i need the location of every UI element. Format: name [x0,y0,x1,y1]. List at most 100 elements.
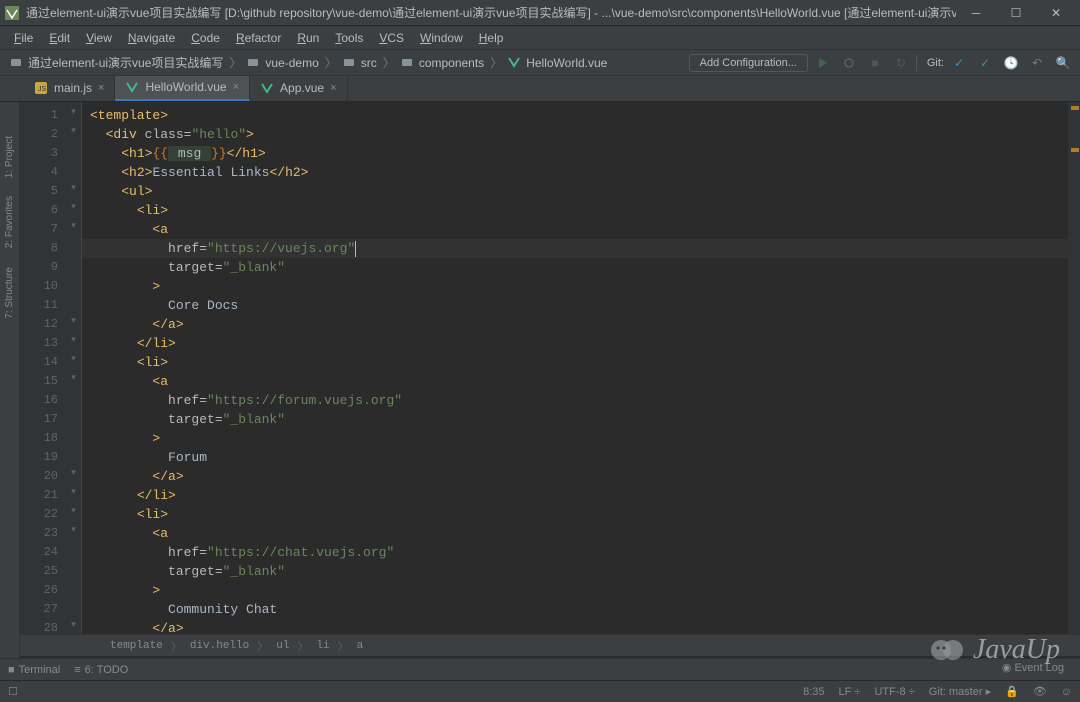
menu-view[interactable]: View [78,28,120,48]
rerun-icon[interactable]: ↻ [890,52,912,74]
element-crumb-4[interactable]: a [357,640,364,652]
code-line-20[interactable]: </a> [82,467,1068,486]
bottom-tool-terminal[interactable]: ■ Terminal [8,664,60,676]
git-revert-icon[interactable]: ↶ [1026,52,1048,74]
code-line-18[interactable]: > [82,429,1068,448]
fold-toggle[interactable]: ▾ [66,216,81,235]
cursor-position[interactable]: 8:35 [803,686,824,698]
lock-icon[interactable]: 🔒 [1005,685,1019,698]
code-line-24[interactable]: href="https://chat.vuejs.org" [82,543,1068,562]
fold-toggle[interactable]: ▾ [66,311,81,330]
code-line-11[interactable]: Core Docs [82,296,1068,315]
fold-toggle[interactable]: ▾ [66,178,81,197]
element-crumb-1[interactable]: div.hello [190,640,249,652]
inspector-icon[interactable]: 👁 [1033,685,1047,698]
menu-code[interactable]: Code [183,28,228,48]
fold-toggle[interactable]: ▾ [66,463,81,482]
code-line-10[interactable]: > [82,277,1068,296]
menu-tools[interactable]: Tools [327,28,371,48]
tab-HelloWorld-vue[interactable]: HelloWorld.vue× [115,75,250,101]
code-line-25[interactable]: target="_blank" [82,562,1068,581]
menu-window[interactable]: Window [412,28,471,48]
hector-icon[interactable]: ☺ [1061,686,1072,698]
encoding[interactable]: UTF-8 ÷ [874,686,914,698]
fold-toggle[interactable]: ▾ [66,197,81,216]
code-line-3[interactable]: <h1>{{ msg }}</h1> [82,144,1068,163]
tab-close-icon[interactable]: × [98,82,104,94]
error-stripe[interactable] [1068,102,1080,634]
line-ending[interactable]: LF ÷ [839,686,861,698]
editor[interactable]: 1234567891011121314151617181920212223242… [20,102,1080,658]
breadcrumb-4[interactable]: HelloWorld.vue [506,56,609,70]
code-line-13[interactable]: </li> [82,334,1068,353]
code-line-9[interactable]: target="_blank" [82,258,1068,277]
bottom-tool-todo[interactable]: ≡ 6: TODO [74,664,128,676]
menu-run[interactable]: Run [289,28,327,48]
code-line-4[interactable]: <h2>Essential Links</h2> [82,163,1068,182]
code-line-7[interactable]: <a [82,220,1068,239]
fold-toggle[interactable]: ▾ [66,330,81,349]
menu-edit[interactable]: Edit [41,28,78,48]
code-line-12[interactable]: </a> [82,315,1068,334]
stop-icon[interactable]: ■ [864,52,886,74]
code-line-22[interactable]: <li> [82,505,1068,524]
tab-App-vue[interactable]: App.vue× [250,75,347,101]
code-line-19[interactable]: Forum [82,448,1068,467]
fold-gutter[interactable]: ▾▾▾▾▾▾▾▾▾▾▾▾▾▾ [66,102,82,634]
fold-toggle[interactable]: ▾ [66,368,81,387]
fold-toggle[interactable]: ▾ [66,121,81,140]
tab-main-js[interactable]: JSmain.js× [24,75,115,101]
element-breadcrumb[interactable]: template〉div.hello〉ul〉li〉a [20,634,1080,656]
menu-help[interactable]: Help [471,28,512,48]
tab-close-icon[interactable]: × [233,81,239,93]
sidebar-tool-project[interactable]: 1: Project [2,132,17,182]
code-line-8[interactable]: href="https://vuejs.org" [82,239,1068,258]
code-line-23[interactable]: <a [82,524,1068,543]
status-icon[interactable]: ☐ [8,685,18,698]
element-crumb-3[interactable]: li [316,640,329,652]
sidebar-tool-favorites[interactable]: 2: Favorites [2,192,17,252]
menu-navigate[interactable]: Navigate [120,28,183,48]
code-line-26[interactable]: > [82,581,1068,600]
breadcrumb-0[interactable]: 通过element-ui演示vue项目实战编写 [8,54,225,71]
git-branch[interactable]: Git: master ▸ [929,685,991,698]
breadcrumb-3[interactable]: components [399,56,486,70]
fold-toggle[interactable]: ▾ [66,349,81,368]
code-line-28[interactable]: </a> [82,619,1068,634]
menu-vcs[interactable]: VCS [371,28,412,48]
maximize-button[interactable]: ☐ [996,2,1036,24]
git-history-icon[interactable]: 🕓 [1000,52,1022,74]
code-line-27[interactable]: Community Chat [82,600,1068,619]
breadcrumb-1[interactable]: vue-demo [245,56,320,70]
tab-close-icon[interactable]: × [330,82,336,94]
close-button[interactable]: ✕ [1036,2,1076,24]
sidebar-tool-structure[interactable]: 7: Structure [2,263,17,323]
code-line-16[interactable]: href="https://forum.vuejs.org" [82,391,1068,410]
code-line-17[interactable]: target="_blank" [82,410,1068,429]
element-crumb-2[interactable]: ul [276,640,289,652]
fold-toggle[interactable]: ▾ [66,501,81,520]
code-content[interactable]: <template> <div class="hello"> <h1>{{ ms… [82,102,1068,634]
code-line-15[interactable]: <a [82,372,1068,391]
code-line-14[interactable]: <li> [82,353,1068,372]
code-line-6[interactable]: <li> [82,201,1068,220]
fold-toggle[interactable]: ▾ [66,482,81,501]
code-line-1[interactable]: <template> [82,106,1068,125]
fold-toggle[interactable]: ▾ [66,615,81,634]
git-commit-icon[interactable]: ✓ [974,52,996,74]
run-icon[interactable] [812,52,834,74]
element-crumb-0[interactable]: template [110,640,163,652]
add-configuration-button[interactable]: Add Configuration... [689,54,808,72]
search-icon[interactable]: 🔍 [1052,52,1074,74]
git-update-icon[interactable]: ✓ [948,52,970,74]
code-line-2[interactable]: <div class="hello"> [82,125,1068,144]
code-line-5[interactable]: <ul> [82,182,1068,201]
fold-toggle[interactable]: ▾ [66,102,81,121]
minimize-button[interactable]: ─ [956,2,996,24]
fold-toggle[interactable]: ▾ [66,520,81,539]
debug-icon[interactable] [838,52,860,74]
breadcrumb-2[interactable]: src [341,56,379,70]
menu-file[interactable]: File [6,28,41,48]
code-line-21[interactable]: </li> [82,486,1068,505]
menu-refactor[interactable]: Refactor [228,28,289,48]
